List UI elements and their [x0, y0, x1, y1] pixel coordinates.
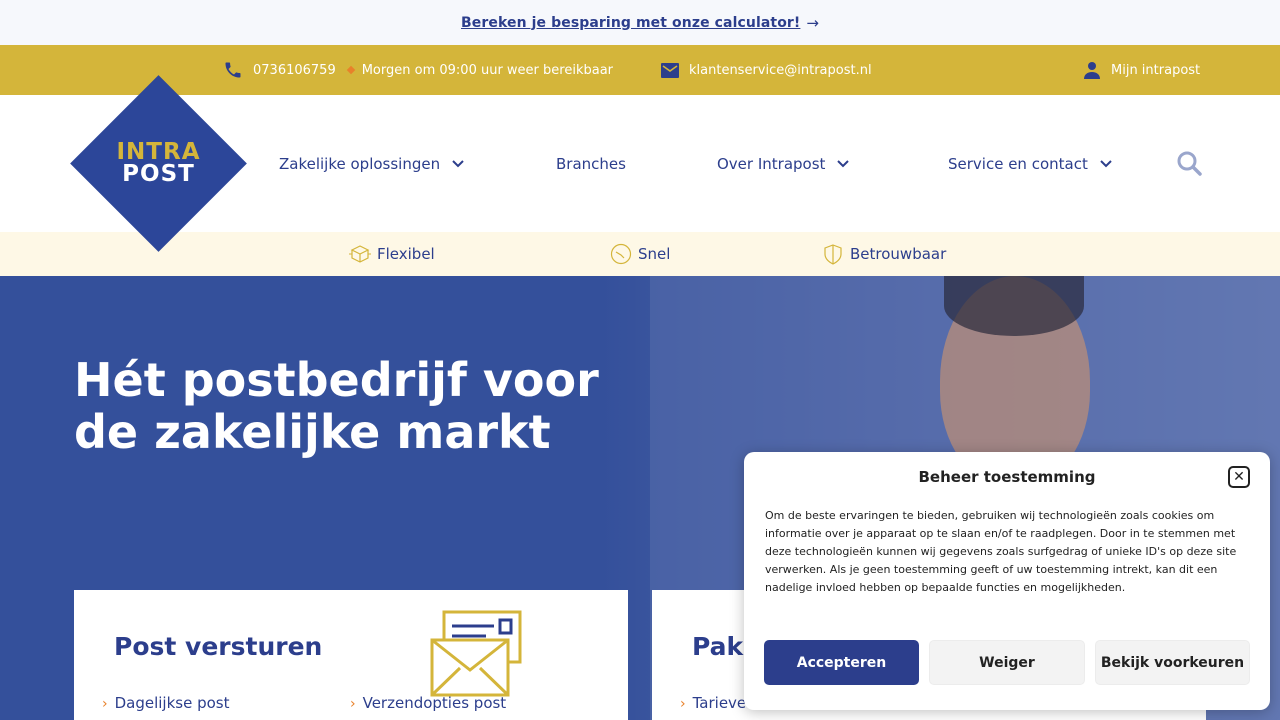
arrow-right-icon[interactable]: →: [806, 14, 819, 32]
calculator-link[interactable]: Bereken je besparing met onze calculator…: [461, 15, 800, 31]
usp-label: Betrouwbaar: [850, 245, 947, 263]
clock-icon: [610, 243, 632, 265]
nav-service-en-contact[interactable]: Service en contact: [948, 95, 1112, 232]
nav-label[interactable]: Zakelijke oplossingen: [279, 155, 440, 173]
dialog-title: Beheer toestemming: [918, 468, 1096, 486]
cookie-consent-dialog: Beheer toestemming ✕ Om de beste ervarin…: [744, 452, 1270, 710]
envelope-icon: [430, 610, 522, 697]
availability-text: Morgen om 09:00 uur weer bereikbaar: [361, 62, 614, 78]
nav-label[interactable]: Service en contact: [948, 155, 1088, 173]
mail-icon: [661, 62, 679, 78]
email-address[interactable]: klantenservice@intrapost.nl: [689, 63, 872, 78]
link-label[interactable]: Dagelijkse post: [115, 694, 230, 712]
preferences-button[interactable]: Bekijk voorkeuren: [1095, 640, 1250, 685]
logo-text-post: POST: [122, 161, 195, 187]
usp-label: Snel: [638, 245, 671, 263]
chevron-down-icon[interactable]: [1100, 159, 1112, 168]
phone-contact[interactable]: 0736106759 Morgen om 09:00 uur weer bere…: [223, 45, 613, 95]
chevron-right-icon: ›: [350, 696, 356, 712]
hero-title: Hét postbedrijf voor de zakelijke markt: [74, 353, 599, 459]
account-label[interactable]: Mijn intrapost: [1111, 63, 1200, 78]
nav-branches[interactable]: Branches: [556, 95, 626, 232]
user-icon: [1084, 62, 1100, 79]
close-icon[interactable]: ✕: [1228, 466, 1250, 488]
chevron-right-icon: ›: [680, 696, 686, 712]
card-title[interactable]: Post versturen: [114, 632, 322, 661]
service-card-post: Post versturen › Dagelijkse post › Verzend…: [74, 590, 628, 720]
accept-button[interactable]: Accepteren: [764, 640, 919, 685]
phone-number[interactable]: 0736106759: [253, 63, 336, 78]
link-tarieven[interactable]: › Tarieve: [680, 694, 746, 712]
dialog-body: Om de beste ervaringen te bieden, gebrui…: [765, 509, 1237, 594]
link-label[interactable]: Tarieve: [693, 694, 747, 712]
deny-button[interactable]: Weiger: [929, 640, 1085, 685]
link-label[interactable]: Verzendopties post: [363, 694, 507, 712]
usp-label: Flexibel: [377, 245, 435, 263]
nav-zakelijke-oplossingen[interactable]: Zakelijke oplossingen: [279, 95, 464, 232]
calculator-banner: Bereken je besparing met onze calculator…: [0, 0, 1280, 45]
email-contact[interactable]: klantenservice@intrapost.nl: [661, 45, 872, 95]
account-link[interactable]: Mijn intrapost: [1083, 45, 1200, 95]
intrapost-logo[interactable]: INTRA POST: [70, 75, 247, 252]
nav-label[interactable]: Over Intrapost: [717, 155, 825, 173]
usp-betrouwbaar: Betrouwbaar: [822, 232, 946, 276]
hero-person-hair: [944, 276, 1084, 336]
status-dot: [346, 65, 355, 75]
shield-icon: [824, 244, 842, 265]
nav-label[interactable]: Branches: [556, 155, 626, 173]
chevron-right-icon: ›: [102, 696, 108, 712]
box-icon: [349, 245, 371, 263]
usp-flexibel: Flexibel: [349, 232, 435, 276]
usp-snel: Snel: [610, 232, 670, 276]
link-dagelijkse-post[interactable]: › Dagelijkse post: [102, 694, 230, 712]
nav-over-intrapost[interactable]: Over Intrapost: [717, 95, 850, 232]
chevron-down-icon[interactable]: [837, 159, 850, 168]
link-verzendopties-post[interactable]: › Verzendopties post: [350, 694, 506, 712]
chevron-down-icon[interactable]: [452, 159, 464, 168]
search-icon[interactable]: [1176, 150, 1202, 176]
